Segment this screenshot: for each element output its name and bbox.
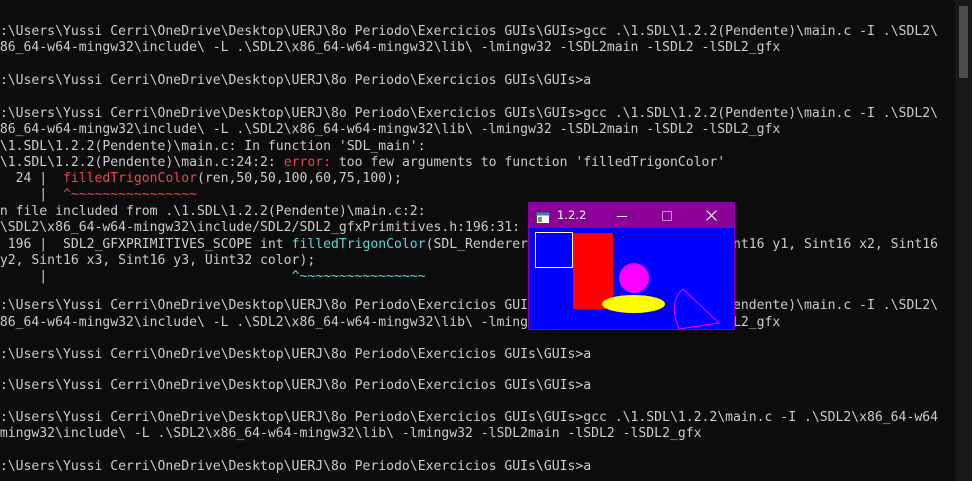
scrollbar-thumb[interactable] xyxy=(959,6,968,78)
terminal-line: C:\Users\Yussi Cerri\OneDrive\Desktop\UE… xyxy=(0,410,952,426)
terminal-text-segment: 196 | SDL2_GFXPRIMITIVES_SCOPE int xyxy=(0,237,292,252)
magenta-filled-circle xyxy=(619,263,649,293)
terminal-text-segment: y2, Sint16 x3, Sint16 y3, Uint32 color); xyxy=(0,253,316,268)
terminal-line: | ^~~~~~~~~~~~~~~~~ xyxy=(0,187,952,203)
terminal-line: .\SDL2\x86_64-w64-mingw32\include/SDL2/S… xyxy=(0,220,952,236)
close-icon xyxy=(706,210,717,221)
terminal-text-segment: x86_64-w64-mingw32\include\ -L .\SDL2\x8… xyxy=(0,122,781,137)
terminal-line: y2, Sint16 x3, Sint16 y3, Uint32 color); xyxy=(0,253,952,269)
terminal-text-segment: C:\Users\Yussi Cerri\OneDrive\Desktop\UE… xyxy=(0,298,938,313)
terminal-line: 196 | SDL2_GFXPRIMITIVES_SCOPE int fille… xyxy=(0,237,952,253)
terminal-line: C:\Users\Yussi Cerri\OneDrive\Desktop\UE… xyxy=(0,378,952,394)
terminal-line: .\1.SDL\1.2.2(Pendente)\main.c:24:2: err… xyxy=(0,155,952,171)
terminal-line: C:\Users\Yussi Cerri\OneDrive\Desktop\UE… xyxy=(0,347,952,363)
terminal-line: C:\Users\Yussi Cerri\OneDrive\Desktop\UE… xyxy=(0,106,952,122)
yellow-filled-ellipse xyxy=(602,295,665,313)
terminal-text-segment: C:\Users\Yussi Cerri\OneDrive\Desktop\UE… xyxy=(0,459,592,474)
maximize-icon xyxy=(661,210,672,221)
terminal-text-segment: C:\Users\Yussi Cerri\OneDrive\Desktop\UE… xyxy=(0,378,592,393)
minimize-button[interactable] xyxy=(599,203,644,228)
terminal-line: .\1.SDL\1.2.2(Pendente)\main.c: In funct… xyxy=(0,139,952,155)
terminal-text-segment: error: xyxy=(283,155,331,170)
terminal-text-segment: filledTrigonColor xyxy=(291,237,426,252)
sdl-window-title: 1.2.2 xyxy=(557,208,587,222)
terminal-text-segment: filledTrigonColor xyxy=(55,171,197,186)
terminal-text-segment: | xyxy=(39,187,48,202)
terminal-text-segment: C:\Users\Yussi Cerri\OneDrive\Desktop\UE… xyxy=(0,73,592,88)
terminal-line: In file included from .\1.SDL\1.2.2(Pend… xyxy=(0,204,952,220)
terminal-text-segment: C:\Users\Yussi Cerri\OneDrive\Desktop\UE… xyxy=(0,347,592,362)
app-window-icon xyxy=(536,209,550,224)
terminal-text-segment: | xyxy=(0,269,292,284)
terminal-line: C:\Users\Yussi Cerri\OneDrive\Desktop\UE… xyxy=(0,298,952,314)
red-filled-box xyxy=(573,233,613,309)
terminal-text-segment: ^~~~~~~~~~~~~~~~~ xyxy=(62,187,197,202)
maximize-button[interactable] xyxy=(644,203,689,228)
terminal-text-segment: In file included from .\1.SDL\1.2.2(Pend… xyxy=(0,204,426,219)
terminal-line: -mingw32\include\ -L .\SDL2\x86_64-w64-m… xyxy=(0,426,952,442)
terminal-text-segment: too few arguments to function 'filledTri… xyxy=(331,155,726,170)
sdl-titlebar[interactable]: 1.2.2 xyxy=(529,203,734,228)
terminal-line: x86_64-w64-mingw32\include\ -L .\SDL2\x8… xyxy=(0,122,952,138)
white-rectangle-outline xyxy=(535,232,573,268)
terminal-text-segment: .\1.SDL\1.2.2(Pendente)\main.c:24:2: xyxy=(0,155,284,170)
terminal-line: C:\Users\Yussi Cerri\OneDrive\Desktop\UE… xyxy=(0,459,952,475)
terminal-text-segment: .\SDL2\x86_64-w64-mingw32\include/SDL2/S… xyxy=(0,220,529,235)
terminal-text-segment: x86_64-w64-mingw32\include\ -L .\SDL2\x8… xyxy=(0,40,781,55)
terminal-text-segment: (ren,50,50,100,60,75,100); xyxy=(196,171,402,186)
terminal-line: x86_64-w64-mingw32\include\ -L .\SDL2\x8… xyxy=(0,40,952,56)
sdl-canvas[interactable] xyxy=(529,228,734,330)
terminal-output: C:\Users\Yussi Cerri\OneDrive\Desktop\UE… xyxy=(0,0,972,481)
terminal-text-segment: 24 | xyxy=(15,171,48,186)
close-button[interactable] xyxy=(689,203,734,228)
terminal-text-segment: C:\Users\Yussi Cerri\OneDrive\Desktop\UE… xyxy=(0,24,938,39)
terminal-text-segment: C:\Users\Yussi Cerri\OneDrive\Desktop\UE… xyxy=(0,106,938,121)
terminal-scrollbar[interactable] xyxy=(955,0,972,481)
terminal-line: C:\Users\Yussi Cerri\OneDrive\Desktop\UE… xyxy=(0,73,952,89)
terminal-line: 24 | filledTrigonColor(ren,50,50,100,60,… xyxy=(0,171,952,187)
terminal-text-segment: -mingw32\include\ -L .\SDL2\x86_64-w64-m… xyxy=(0,426,702,441)
magenta-pie-outline xyxy=(673,288,721,330)
sdl-window[interactable]: 1.2.2 xyxy=(528,202,735,330)
terminal-text-segment: C:\Users\Yussi Cerri\OneDrive\Desktop\UE… xyxy=(0,410,938,425)
terminal-text-segment: ^~~~~~~~~~~~~~~~~ xyxy=(291,269,426,284)
sdl-canvas-drawing xyxy=(535,232,721,330)
terminal-line: C:\Users\Yussi Cerri\OneDrive\Desktop\UE… xyxy=(0,24,952,40)
terminal-text-segment: .\1.SDL\1.2.2(Pendente)\main.c: In funct… xyxy=(0,139,426,154)
terminal-line: x86_64-w64-mingw32\include\ -L .\SDL2\x8… xyxy=(0,315,952,331)
minimize-icon xyxy=(616,215,627,217)
